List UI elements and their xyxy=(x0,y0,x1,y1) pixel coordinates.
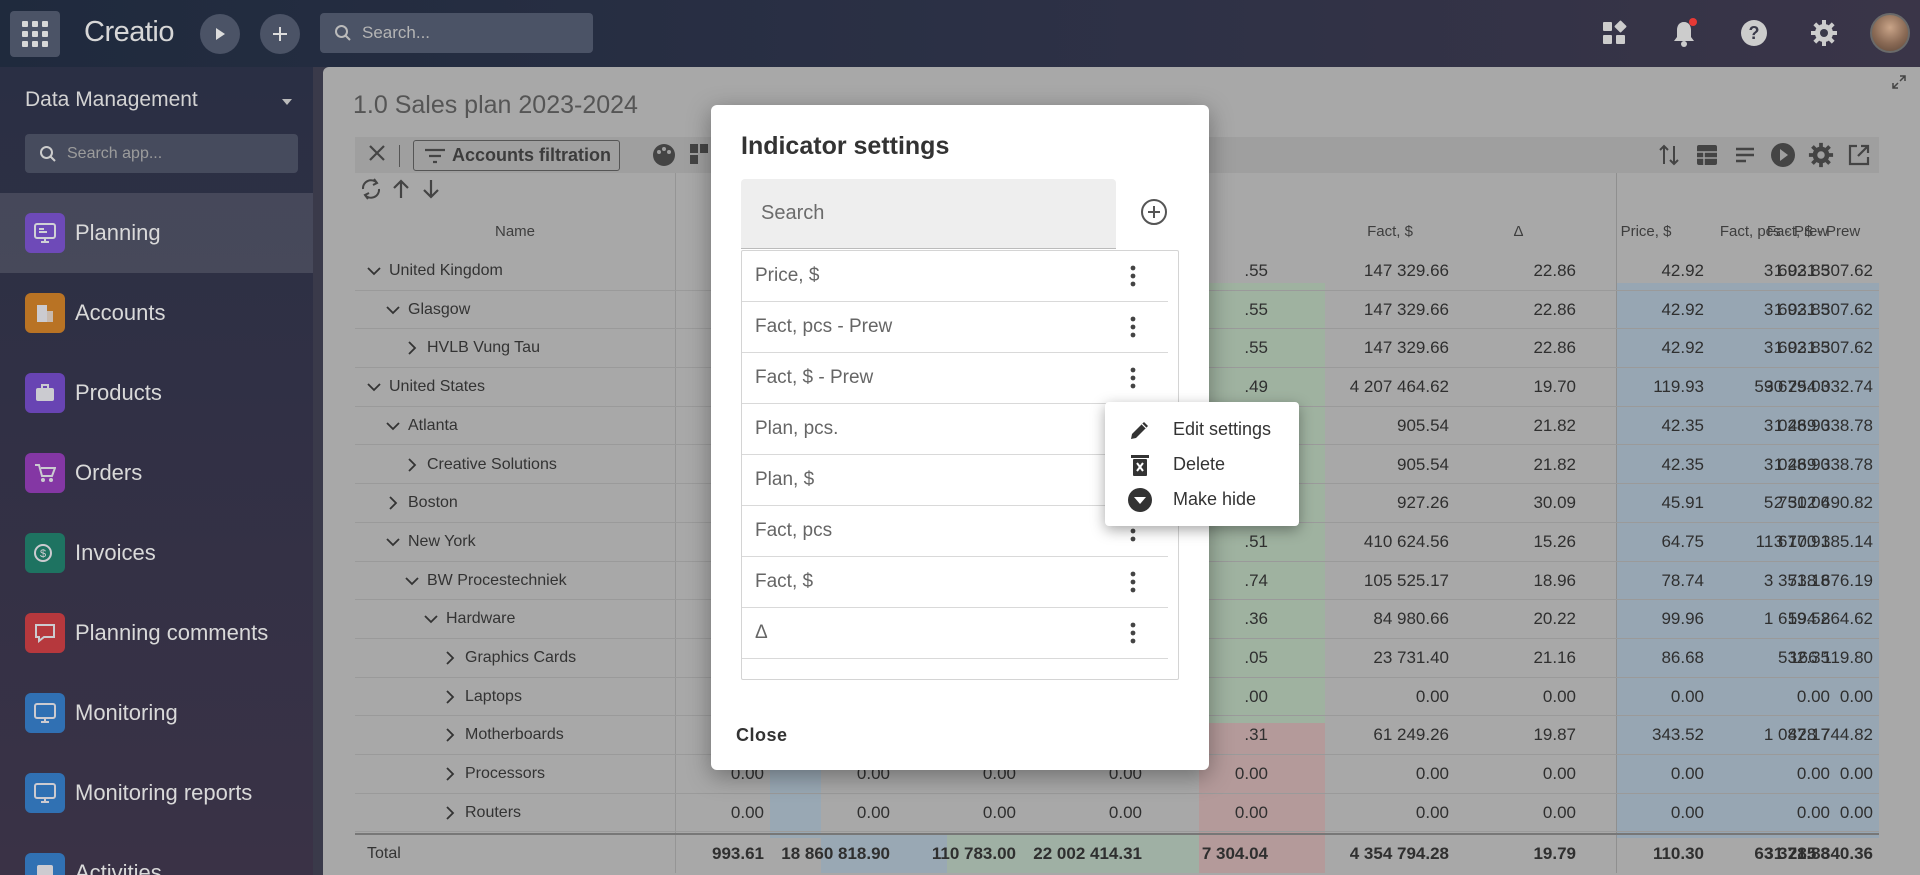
indicator-item[interactable]: Price, $ xyxy=(742,251,1168,302)
sidebar-item-label: Products xyxy=(75,380,162,405)
sidebar-item-label: Invoices xyxy=(75,540,156,565)
invoice-icon: $ xyxy=(25,533,65,573)
indicator-item[interactable]: Fact, pcs - Prew xyxy=(742,302,1168,353)
activities-icon xyxy=(25,853,65,875)
app-search-placeholder: Search app... xyxy=(67,144,163,162)
apps-grid-icon xyxy=(22,21,48,47)
kebab-menu-icon[interactable] xyxy=(1121,570,1145,594)
chevron-circle-icon xyxy=(1127,487,1153,513)
search-icon xyxy=(40,145,56,162)
indicator-label: Plan, $ xyxy=(755,469,815,490)
kebab-menu-icon[interactable] xyxy=(1121,315,1145,339)
global-search-placeholder: Search... xyxy=(362,23,431,42)
add-circle-icon xyxy=(1141,199,1167,225)
sidebar-item-label: Monitoring xyxy=(75,700,178,725)
chevron-down-icon[interactable] xyxy=(282,99,292,105)
dashboard-icon xyxy=(1603,20,1627,44)
indicator-item[interactable]: Δ xyxy=(742,608,1168,659)
sidebar-item-orders[interactable]: Orders xyxy=(0,433,313,513)
indicator-label: Fact, $ - Prew xyxy=(755,367,874,388)
sidebar-item-monitoring[interactable]: Monitoring xyxy=(0,673,313,753)
top-bar: Creatio Search... ? xyxy=(0,0,1920,67)
sidebar-item-accounts[interactable]: Accounts xyxy=(0,273,313,353)
close-button[interactable]: Close xyxy=(736,725,788,746)
sidebar-item-label: Orders xyxy=(75,460,143,485)
sidebar-item-products[interactable]: Products xyxy=(0,353,313,433)
indicator-label: Δ xyxy=(755,622,768,643)
dashboard-button[interactable] xyxy=(1598,17,1630,49)
indicator-label: Fact, pcs xyxy=(755,520,833,541)
settings-button[interactable] xyxy=(1808,17,1840,49)
user-avatar[interactable] xyxy=(1870,13,1910,53)
kebab-menu-icon[interactable] xyxy=(1121,264,1145,288)
menu-item-edit-settings[interactable]: Edit settings xyxy=(1105,412,1299,447)
box-icon xyxy=(25,373,65,413)
apps-menu-button[interactable] xyxy=(10,11,60,57)
global-search-input[interactable]: Search... xyxy=(320,13,593,53)
menu-item-label: Delete xyxy=(1173,454,1226,474)
indicator-search-input[interactable]: Search xyxy=(741,179,1116,249)
workplace-title[interactable]: Data Management xyxy=(25,88,198,112)
monitor-icon xyxy=(25,773,65,813)
indicator-label: Plan, pcs. xyxy=(755,418,839,439)
brand-logo: Creatio xyxy=(84,16,175,48)
menu-item-make-hide[interactable]: Make hide xyxy=(1105,482,1299,517)
svg-text:?: ? xyxy=(1749,23,1760,43)
planning-icon xyxy=(25,213,65,253)
sidebar-item-label: Planning xyxy=(75,220,161,245)
sidebar-item-label: Accounts xyxy=(75,300,166,325)
add-icon xyxy=(273,27,287,41)
cart-icon xyxy=(25,453,65,493)
menu-item-label: Make hide xyxy=(1173,489,1257,509)
trash-icon xyxy=(1127,452,1153,478)
app-search-input[interactable]: Search app... xyxy=(25,134,298,173)
indicator-label: Fact, $ xyxy=(755,571,814,592)
help-icon: ? xyxy=(1741,20,1767,46)
sidebar-item-monitoring-reports[interactable]: Monitoring reports xyxy=(0,753,313,833)
sidebar-item-invoices[interactable]: $ Invoices xyxy=(0,513,313,593)
dialog-title: Indicator settings xyxy=(741,132,950,160)
indicator-label: Price, $ xyxy=(755,265,820,286)
play-icon xyxy=(216,28,225,40)
pencil-icon xyxy=(1127,417,1153,443)
indicator-item-partial[interactable] xyxy=(742,659,1168,679)
indicator-item[interactable]: Fact, $ xyxy=(742,557,1168,608)
indicator-search-placeholder: Search xyxy=(761,202,825,224)
sidebar-item-planning[interactable]: Planning xyxy=(0,193,313,273)
sidebar-item-label: Monitoring reports xyxy=(75,780,253,805)
kebab-menu-icon[interactable] xyxy=(1121,366,1145,390)
add-button[interactable] xyxy=(260,14,300,54)
search-icon xyxy=(335,25,351,41)
monitor-icon xyxy=(25,693,65,733)
menu-item-delete[interactable]: Delete xyxy=(1105,447,1299,482)
sidebar-item-planning-comments[interactable]: Planning comments xyxy=(0,593,313,673)
sidebar-item-activities[interactable]: Activities xyxy=(0,833,313,875)
sidebar: Data Management Search app... Planning A… xyxy=(0,67,313,875)
building-icon xyxy=(25,293,65,333)
menu-item-label: Edit settings xyxy=(1173,419,1272,439)
svg-text:$: $ xyxy=(40,548,46,560)
notifications-button[interactable] xyxy=(1668,17,1700,49)
comment-icon xyxy=(25,613,65,653)
gear-icon xyxy=(1811,20,1837,46)
indicator-label: Fact, pcs - Prew xyxy=(755,316,893,337)
help-button[interactable]: ? xyxy=(1738,17,1770,49)
indicator-item[interactable]: Fact, $ - Prew xyxy=(742,353,1168,404)
sidebar-item-label: Activities xyxy=(75,860,162,875)
notification-badge xyxy=(1689,18,1697,26)
kebab-menu-icon[interactable] xyxy=(1121,621,1145,645)
add-indicator-button[interactable] xyxy=(1140,198,1170,228)
sidebar-item-label: Planning comments xyxy=(75,620,269,645)
indicator-context-menu: Edit settings Delete Make hide xyxy=(1105,402,1299,526)
run-process-button[interactable] xyxy=(200,14,240,54)
